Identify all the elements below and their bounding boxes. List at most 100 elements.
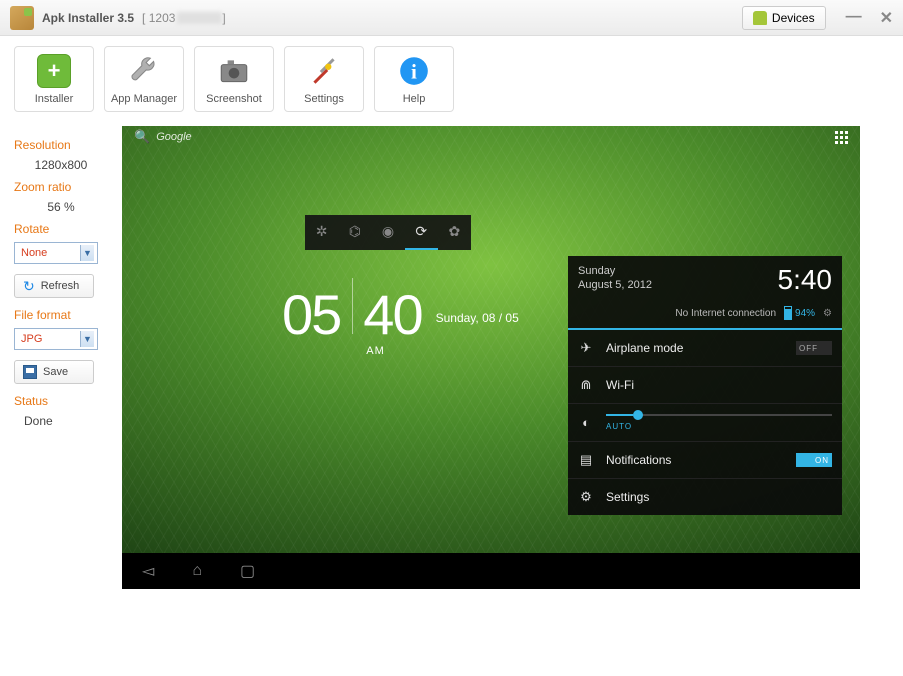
format-select-value: JPG — [21, 333, 42, 345]
toolbar: + Installer App Manager Screenshot Setti… — [0, 36, 903, 124]
rotate-label: Rotate — [14, 222, 108, 236]
settings-row-icon: ⚙ — [578, 489, 594, 505]
subtitle-blurred — [177, 12, 222, 24]
app-manager-button[interactable]: App Manager — [104, 46, 184, 112]
subtitle-suffix: ] — [222, 11, 225, 25]
brightness-toggle-icon: ✿ — [438, 215, 471, 250]
window-subtitle: [ 1203] — [142, 11, 226, 25]
status-label: Status — [14, 394, 108, 408]
save-button[interactable]: Save — [14, 360, 94, 384]
rotate-select-value: None — [21, 247, 47, 259]
panel-header-date: Sunday August 5, 2012 — [578, 264, 652, 293]
window-controls: — ✕ — [846, 8, 893, 28]
zoom-value: 56 % — [14, 200, 108, 214]
brightness-slider — [606, 414, 832, 416]
chevron-down-icon: ▼ — [80, 331, 94, 347]
wrench-icon — [127, 54, 161, 88]
installer-icon: + — [37, 54, 71, 88]
quick-toggles: ✲ ⌬ ◉ ⟳ ✿ — [305, 215, 471, 250]
airplane-icon: ✈ — [578, 340, 594, 356]
devices-button[interactable]: Devices — [742, 6, 826, 30]
search-icon: 🔍 — [134, 129, 150, 145]
notifications-toggle: ON — [796, 453, 832, 467]
device-navbar: ◅ ⌂ ▢ — [122, 553, 860, 589]
brightness-auto-label: AUTO — [606, 422, 832, 431]
clock-ampm: AM — [366, 345, 421, 357]
format-select[interactable]: JPG ▼ — [14, 328, 98, 350]
app-icon — [10, 6, 34, 30]
svg-text:i: i — [411, 59, 417, 83]
gps-toggle-icon: ◉ — [371, 215, 404, 250]
help-label: Help — [403, 93, 426, 105]
close-button[interactable]: ✕ — [880, 8, 893, 28]
refresh-button[interactable]: ↻ Refresh — [14, 274, 94, 298]
clock-date: Sunday, 08 / 05 — [436, 311, 519, 325]
recent-icon: ▢ — [240, 561, 255, 581]
device-search-text: Google — [156, 131, 191, 143]
panel-time: 5:40 — [778, 264, 833, 296]
notification-panel: Sunday August 5, 2012 5:40 No Internet c… — [568, 256, 842, 515]
content: Resolution 1280x800 Zoom ratio 56 % Rota… — [0, 124, 903, 676]
panel-status-row: No Internet connection 94% ⚙ — [568, 302, 842, 330]
resolution-label: Resolution — [14, 138, 108, 152]
panel-net-status: No Internet connection — [675, 308, 776, 319]
zoom-label: Zoom ratio — [14, 180, 108, 194]
sidebar: Resolution 1280x800 Zoom ratio 56 % Rota… — [0, 124, 122, 676]
clock-separator — [352, 278, 353, 334]
clock-hours: 05 — [282, 282, 340, 347]
apps-grid-icon — [835, 131, 848, 144]
brightness-row: ◐ AUTO — [568, 404, 842, 442]
panel-header: Sunday August 5, 2012 5:40 — [568, 256, 842, 302]
brightness-icon: ◐ — [578, 415, 594, 430]
wifi-label: Wi-Fi — [606, 378, 832, 392]
panel-day: Sunday — [578, 264, 652, 278]
airplane-label: Airplane mode — [606, 341, 784, 355]
chevron-down-icon: ▼ — [80, 245, 94, 261]
installer-label: Installer — [35, 93, 74, 105]
help-button[interactable]: i Help — [374, 46, 454, 112]
refresh-button-label: Refresh — [41, 280, 80, 292]
settings-row: ⚙ Settings — [568, 479, 842, 515]
window-title: Apk Installer 3.5 — [42, 11, 134, 25]
subtitle-prefix: [ 1203 — [142, 11, 175, 25]
wifi-toggle-icon: ✲ — [305, 215, 338, 250]
refresh-icon: ↻ — [23, 278, 35, 295]
notifications-row: ▤ Notifications ON — [568, 442, 842, 479]
clock-minutes: 40 — [363, 282, 421, 347]
notifications-label: Notifications — [606, 453, 784, 467]
notifications-icon: ▤ — [578, 452, 594, 468]
android-icon — [753, 11, 767, 25]
settings-label: Settings — [304, 93, 344, 105]
preview-pane: 🔍 Google ✲ ⌬ ◉ ⟳ ✿ 05 40 AM S — [122, 124, 903, 676]
info-icon: i — [397, 54, 431, 88]
wifi-icon: ⋒ — [578, 377, 594, 393]
titlebar: Apk Installer 3.5 [ 1203] Devices — ✕ — [0, 0, 903, 36]
bluetooth-toggle-icon: ⌬ — [338, 215, 371, 250]
device-status-bar: 🔍 Google — [122, 126, 860, 148]
tools-icon — [307, 54, 341, 88]
screenshot-label: Screenshot — [206, 93, 262, 105]
clock-widget: 05 40 AM Sunday, 08 / 05 — [282, 278, 519, 357]
format-label: File format — [14, 308, 108, 322]
rotate-select[interactable]: None ▼ — [14, 242, 98, 264]
sync-toggle-icon: ⟳ — [405, 215, 438, 250]
battery-percent: 94% — [795, 308, 815, 319]
settings-shortcut-icon: ⚙ — [823, 308, 832, 319]
settings-row-label: Settings — [606, 490, 832, 504]
save-button-label: Save — [43, 366, 68, 378]
installer-button[interactable]: + Installer — [14, 46, 94, 112]
resolution-value: 1280x800 — [14, 158, 108, 172]
settings-button[interactable]: Settings — [284, 46, 364, 112]
floppy-icon — [23, 365, 37, 379]
minimize-button[interactable]: — — [846, 8, 862, 28]
airplane-row: ✈ Airplane mode OFF — [568, 330, 842, 367]
back-icon: ◅ — [142, 561, 154, 581]
device-screenshot: 🔍 Google ✲ ⌬ ◉ ⟳ ✿ 05 40 AM S — [122, 126, 860, 589]
app-manager-label: App Manager — [111, 93, 177, 105]
camera-icon — [217, 54, 251, 88]
devices-button-label: Devices — [772, 11, 815, 25]
panel-date: August 5, 2012 — [578, 278, 652, 292]
airplane-toggle: OFF — [796, 341, 832, 355]
screenshot-button[interactable]: Screenshot — [194, 46, 274, 112]
home-icon: ⌂ — [192, 562, 202, 580]
